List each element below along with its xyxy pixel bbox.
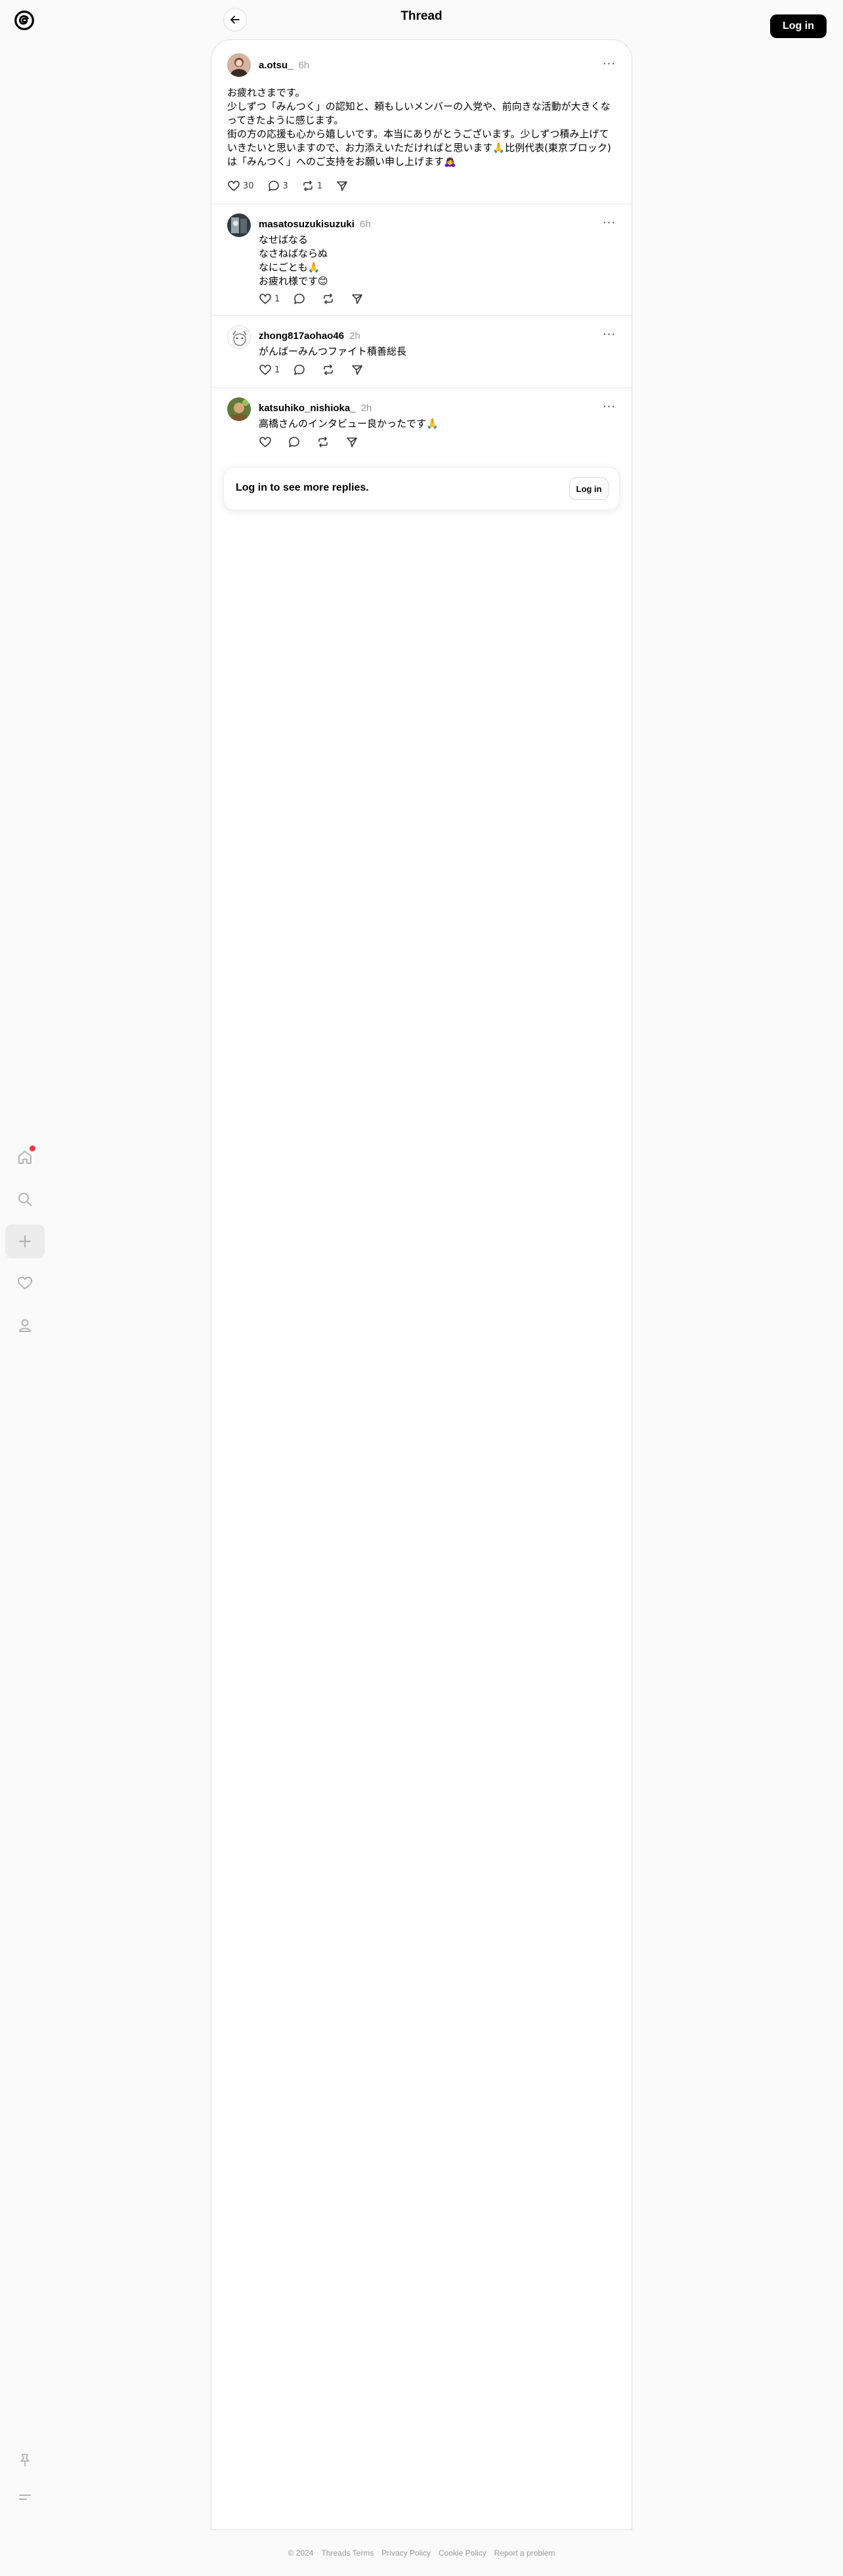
arrow-left-icon: [230, 16, 240, 24]
heart-icon: [228, 181, 240, 192]
login-prompt: Log in to see more replies. Log in: [223, 467, 620, 510]
repost-button[interactable]: 1: [301, 179, 322, 192]
post-time: 2h: [349, 330, 360, 342]
repost-icon: [324, 294, 334, 304]
nav-create[interactable]: [5, 1224, 45, 1258]
more-options-icon[interactable]: ···: [603, 328, 616, 342]
like-button[interactable]: [259, 435, 274, 449]
post-time: 6h: [298, 60, 310, 71]
nav-pin[interactable]: [5, 2443, 45, 2477]
post-time: 6h: [359, 219, 371, 230]
avatar[interactable]: [227, 53, 251, 77]
heart-icon: [259, 437, 271, 448]
main-post: a.otsu_ 6h ··· お疲れさまです。 少しずつ「みんつく」の認知と、頼も…: [211, 40, 632, 204]
footer-link-terms[interactable]: Threads Terms: [321, 2548, 374, 2558]
repost-count: 1: [316, 181, 323, 191]
login-prompt-button[interactable]: Log in: [569, 477, 609, 500]
post-author[interactable]: masatosuzukisuzuki 6h: [259, 219, 371, 230]
reply-post: katsuhiko_nishioka_ 2h ··· 高橋さんのインタビュー良かっ…: [211, 388, 632, 460]
login-button[interactable]: Log in: [770, 14, 827, 38]
like-count: 1: [274, 294, 280, 304]
like-count: 1: [274, 365, 280, 375]
comment-icon: [294, 294, 305, 304]
home-icon: [18, 1151, 32, 1164]
post-text: なせばなる なさねばならぬ なにごとも🙏 お疲れ様です😊: [259, 234, 328, 287]
repost-icon: [303, 181, 313, 191]
comment-icon: [268, 181, 279, 191]
username[interactable]: masatosuzukisuzuki: [259, 219, 355, 230]
share-button[interactable]: [345, 435, 361, 449]
footer-link-privacy[interactable]: Privacy Policy: [381, 2548, 431, 2558]
username[interactable]: katsuhiko_nishioka_: [259, 403, 356, 414]
share-button[interactable]: [351, 292, 366, 305]
notification-dot: [30, 1145, 35, 1151]
send-icon: [337, 181, 347, 191]
nav-menu[interactable]: [5, 2480, 45, 2514]
page-title: Thread: [400, 9, 443, 23]
post-author[interactable]: katsuhiko_nishioka_ 2h: [259, 403, 372, 414]
comment-icon: [294, 365, 305, 375]
footer-link-report[interactable]: Report a problem: [494, 2548, 555, 2558]
pin-icon: [20, 2454, 30, 2466]
reply-button[interactable]: [293, 292, 309, 305]
repost-button[interactable]: [322, 292, 337, 305]
username[interactable]: a.otsu_: [259, 60, 293, 71]
person-icon: [19, 1319, 31, 1332]
avatar[interactable]: [227, 325, 251, 349]
like-button[interactable]: 1: [259, 292, 280, 305]
repost-button[interactable]: [322, 363, 337, 376]
menu-icon: [19, 2495, 31, 2500]
login-prompt-text: Log in to see more replies.: [236, 482, 369, 493]
nav-search[interactable]: [5, 1182, 45, 1216]
more-options-icon[interactable]: ···: [603, 216, 616, 230]
repost-icon: [324, 365, 334, 375]
post-time: 2h: [360, 403, 372, 414]
back-button[interactable]: [223, 8, 247, 32]
reply-count: 3: [282, 181, 288, 191]
heart-icon: [18, 1277, 32, 1289]
share-button[interactable]: [335, 179, 351, 192]
send-icon: [352, 294, 363, 304]
like-button[interactable]: 1: [259, 363, 280, 376]
comment-icon: [289, 437, 299, 447]
like-button[interactable]: 30: [227, 179, 254, 192]
more-options-icon[interactable]: ···: [603, 400, 616, 414]
heart-icon: [259, 365, 271, 376]
footer-link-cookies[interactable]: Cookie Policy: [439, 2548, 486, 2558]
share-button[interactable]: [351, 363, 366, 376]
post-actions: 30 3 1: [227, 179, 364, 192]
thread-column: a.otsu_ 6h ··· お疲れさまです。 少しずつ「みんつく」の認知と、頼も…: [211, 39, 632, 2530]
threads-logo[interactable]: [12, 8, 37, 33]
post-actions: 1: [259, 363, 379, 376]
post-author[interactable]: zhong817aohao46 2h: [259, 330, 360, 342]
repost-button[interactable]: [316, 435, 332, 449]
nav-activity[interactable]: [5, 1266, 45, 1300]
post-text: がんばーみんつファイト積善総長: [259, 345, 407, 357]
like-count: 30: [243, 181, 254, 191]
copyright: © 2024: [288, 2548, 314, 2558]
nav-home[interactable]: [5, 1140, 45, 1174]
more-options-icon[interactable]: ···: [603, 57, 616, 71]
send-icon: [347, 437, 357, 447]
plus-icon: [18, 1235, 32, 1248]
nav-profile[interactable]: [5, 1308, 45, 1343]
post-text: 高橋さんのインタビュー良かったです🙏: [259, 418, 439, 430]
post-actions: [259, 435, 374, 449]
post-author[interactable]: a.otsu_ 6h: [259, 60, 309, 71]
post-text: お疲れさまです。 少しずつ「みんつく」の認知と、頼もしいメンバーの入党や、前向き…: [227, 87, 611, 167]
reply-post: zhong817aohao46 2h ··· がんばーみんつファイト積善総長 1: [211, 316, 632, 388]
repost-icon: [318, 437, 328, 447]
username[interactable]: zhong817aohao46: [259, 330, 344, 342]
reply-post: masatosuzukisuzuki 6h ··· なせばなる なさねばならぬ な…: [211, 204, 632, 316]
reply-button[interactable]: [288, 435, 303, 449]
reply-button[interactable]: [293, 363, 309, 376]
reply-button[interactable]: 3: [267, 179, 288, 192]
avatar[interactable]: [227, 397, 251, 421]
post-actions: 1: [259, 292, 379, 305]
search-icon: [18, 1193, 32, 1207]
avatar[interactable]: [227, 213, 251, 237]
footer: © 2024 Threads Terms Privacy Policy Cook…: [0, 2548, 843, 2558]
send-icon: [352, 365, 363, 375]
heart-icon: [259, 294, 271, 305]
